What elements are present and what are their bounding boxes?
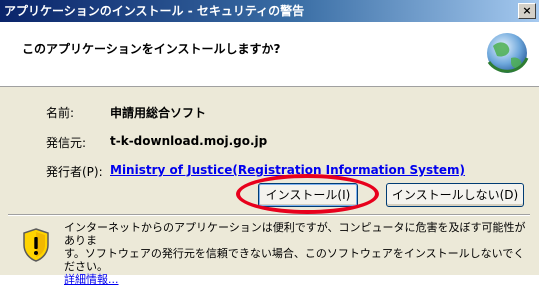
close-button[interactable]: ×	[518, 3, 536, 19]
from-value: t-k-download.moj.go.jp	[110, 134, 268, 148]
highlight-ring	[236, 174, 379, 214]
warning-message: インターネットからのアプリケーションは便利ですが、コンピュータに危害を及ぼす可能…	[64, 221, 534, 286]
shield-warning-icon	[23, 228, 49, 262]
from-label: 発信元:	[46, 136, 87, 150]
window-title: アプリケーションのインストール - セキュリティの警告	[4, 4, 305, 18]
name-label: 名前:	[46, 106, 75, 120]
name-value: 申請用総合ソフト	[110, 106, 207, 120]
install-dialog: アプリケーションのインストール - セキュリティの警告 × このアプリケーション…	[0, 0, 539, 286]
divider	[8, 214, 530, 216]
title-bar[interactable]: アプリケーションのインストール - セキュリティの警告 ×	[0, 0, 539, 22]
name-row: 名前: 申請用総合ソフト	[0, 104, 539, 120]
install-question: このアプリケーションをインストールしますか?	[22, 42, 281, 56]
publisher-label: 発行者(P):	[46, 165, 103, 179]
from-row: 発信元: t-k-download.moj.go.jp	[0, 134, 539, 150]
close-icon: ×	[522, 4, 532, 17]
dialog-header: このアプリケーションをインストールしますか?	[0, 22, 539, 87]
globe-icon	[487, 33, 529, 73]
warning-text-line2: す。ソフトウェアの発行元を信頼できない場合、このソフトウェアをインストールしない…	[64, 247, 525, 273]
dont-install-button-label: インストールしない(D)	[391, 188, 519, 202]
dont-install-button[interactable]: インストールしない(D)	[386, 183, 524, 207]
warning-text-line1: インターネットからのアプリケーションは便利ですが、コンピュータに危害を及ぼす可能…	[64, 221, 526, 247]
